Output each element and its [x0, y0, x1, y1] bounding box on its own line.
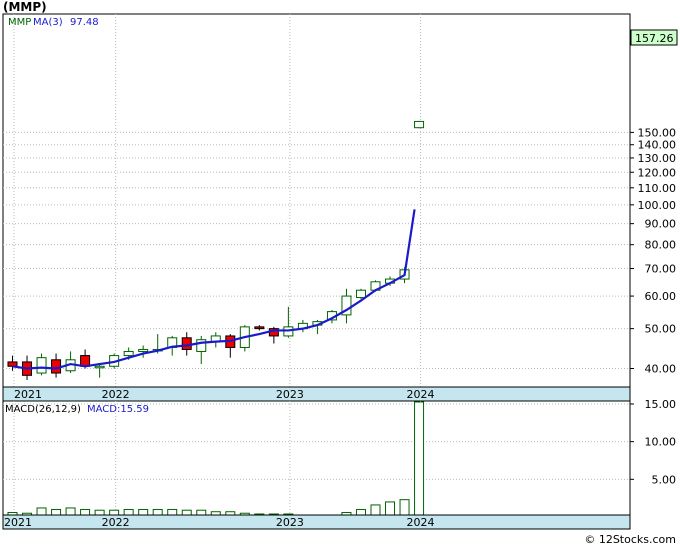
macd-bar: [51, 508, 62, 516]
macd-bar: [123, 508, 134, 516]
price-tick-label: 120.00: [638, 166, 677, 179]
candle-body-up: [138, 348, 149, 352]
macd-bar: [355, 508, 366, 516]
macd-tick-label: 15.00: [645, 398, 677, 411]
candle-body-up: [94, 365, 105, 369]
macd-bar: [152, 508, 163, 516]
price-tick-label: 150.00: [638, 126, 677, 139]
macd-bar: [36, 507, 47, 516]
chart-title: (MMP): [3, 0, 47, 14]
price-tick-label: 50.00: [645, 323, 677, 336]
price-axis: 40.00 50.00 60.00 70.00 80.00 90.00 100.00 110.…: [630, 126, 677, 376]
date-label: 2021: [14, 388, 42, 401]
price-tick-label: 100.00: [638, 199, 677, 212]
price-tick-label: 70.00: [645, 263, 677, 276]
macd-bar: [80, 508, 91, 516]
date-axis-band: [2, 386, 631, 402]
price-tick-label: 80.00: [645, 239, 677, 252]
last-price-label: 157.26: [635, 32, 674, 45]
date-label: 2022: [102, 516, 130, 529]
macd-axis: 5.00 10.00 15.00: [630, 398, 676, 486]
macd-panel-frame: [2, 400, 631, 516]
candle-body-up: [123, 350, 134, 357]
price-tick-label: 110.00: [638, 182, 677, 195]
price-panel-frame: [2, 13, 631, 388]
price-tick-label: 60.00: [645, 290, 677, 303]
stock-chart: (MMP) 40.00 50.00 60.00 70.00 80.00 90.00 100.…: [2, 0, 678, 546]
macd-tick-label: 5.00: [652, 473, 677, 486]
legend-symbol: MMP: [8, 17, 31, 28]
candle: [414, 120, 425, 129]
macd-bar: [399, 499, 410, 516]
legend-ma-value: 97.48: [70, 17, 99, 28]
macd-bar: [109, 509, 120, 516]
date-label: 2022: [102, 388, 130, 401]
candle-body-down: [181, 337, 192, 350]
macd-bar: [138, 508, 149, 516]
date-label: 2021: [4, 516, 32, 529]
watermark: © 12Stocks.com: [584, 533, 676, 546]
last-price-tag: 157.26: [630, 29, 678, 46]
price-tick-label: 40.00: [645, 363, 677, 376]
candle-body-down: [80, 355, 91, 367]
candle-body-up: [355, 289, 366, 299]
macd-legend-value: MACD:15.59: [87, 404, 149, 415]
date-label: 2024: [407, 388, 435, 401]
macd-bar: [414, 401, 425, 516]
macd-bar: [65, 507, 76, 516]
date-axis-band-bottom: [2, 514, 631, 530]
macd-legend-label: MACD(26,12,9): [5, 404, 81, 415]
macd-bar: [196, 509, 207, 516]
price-tick-label: 90.00: [645, 218, 677, 231]
candle-body-down: [7, 361, 18, 367]
date-label: 2024: [407, 516, 435, 529]
candle-body-down: [254, 326, 265, 330]
price-tick-label: 130.00: [638, 152, 677, 165]
macd-bar: [181, 509, 192, 516]
macd-bar: [370, 504, 381, 516]
candle-body-up: [36, 357, 47, 374]
candle-body-up: [414, 120, 425, 129]
price-tick-label: 140.00: [638, 139, 677, 152]
macd-bar: [94, 509, 105, 516]
macd-tick-label: 10.00: [645, 436, 677, 449]
date-label: 2023: [276, 388, 304, 401]
macd-bar: [385, 501, 396, 516]
macd-bar: [167, 508, 178, 516]
legend-ma-label: MA(3): [33, 17, 63, 28]
date-label: 2023: [276, 516, 304, 529]
